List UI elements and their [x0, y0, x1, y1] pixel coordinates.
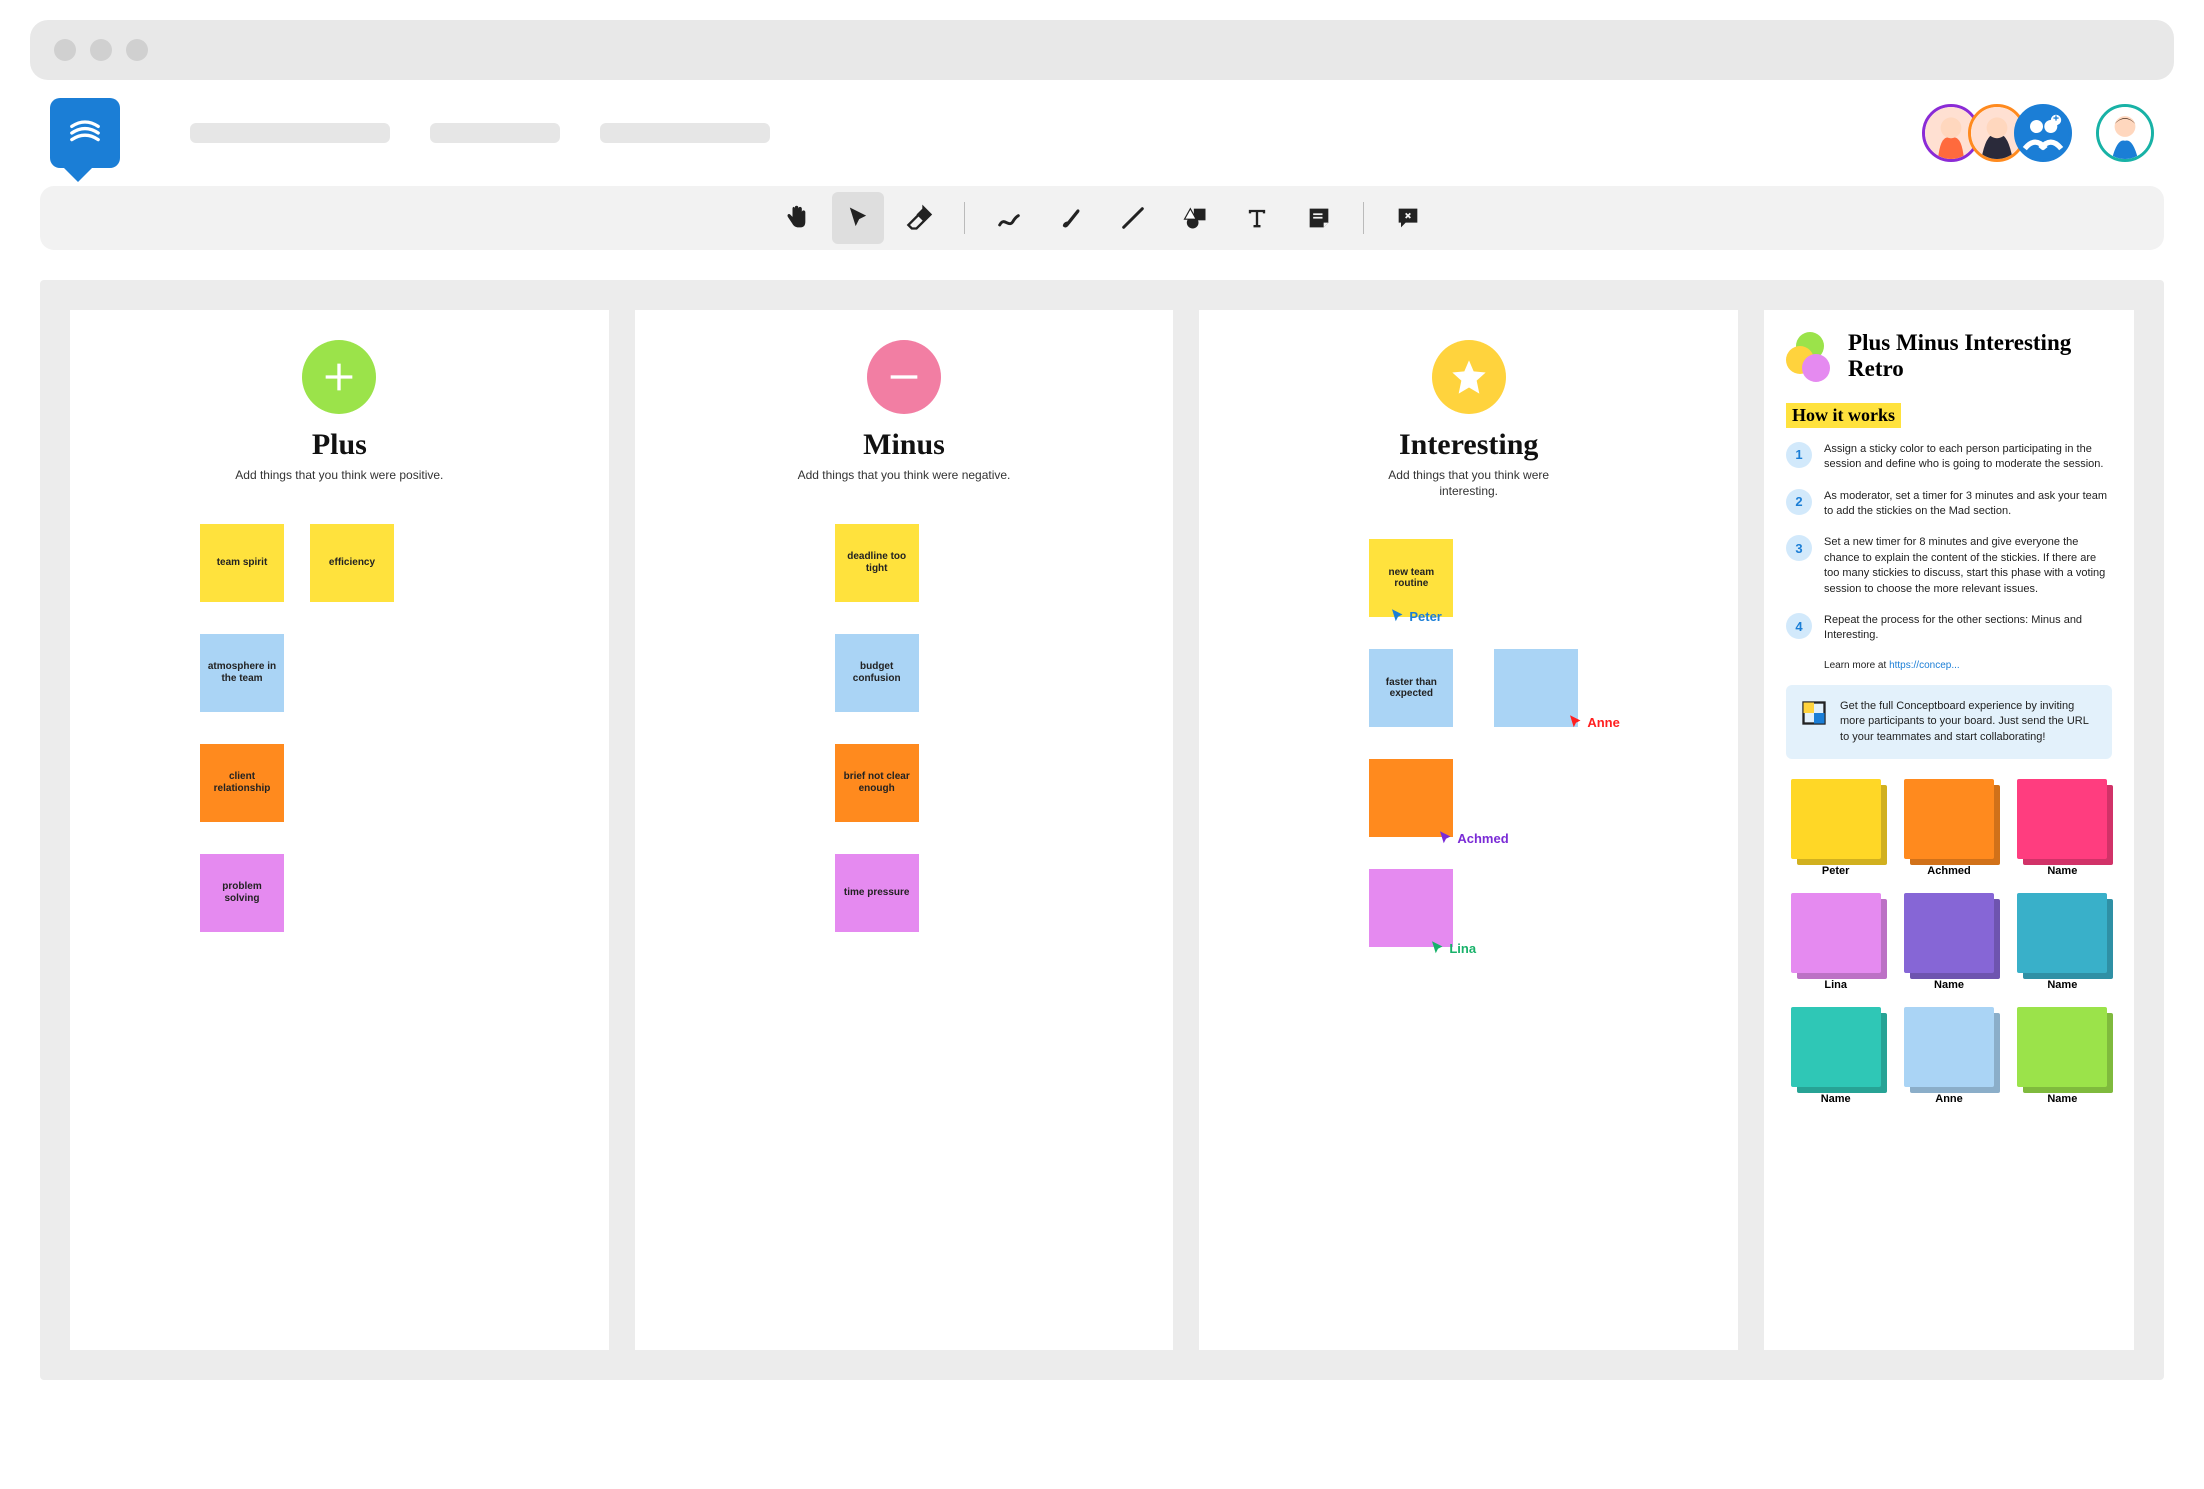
sticky-note[interactable]: deadline too tight — [835, 524, 919, 602]
tool-brush[interactable] — [1045, 192, 1097, 244]
instruction-step: 3 Set a new timer for 8 minutes and give … — [1786, 535, 2112, 597]
column-subtitle: Add things that you think were positive. — [229, 468, 449, 484]
swatch-label: Name — [1899, 979, 1998, 991]
color-swatch-grid: Peter Achmed Name Lina Name Name Name Anne Name — [1786, 779, 2112, 1105]
promo-text: Get the full Conceptboard experience by … — [1840, 699, 2098, 745]
sticky-note[interactable]: efficiency — [310, 524, 394, 602]
sticky-note[interactable]: time pressure — [835, 854, 919, 932]
sticky-note[interactable]: problem solving — [200, 854, 284, 932]
tool-text[interactable] — [1231, 192, 1283, 244]
color-swatch[interactable]: Name — [1899, 893, 1998, 991]
share-button[interactable] — [2014, 104, 2072, 162]
window-control-dot — [54, 39, 76, 61]
sticky-note[interactable] — [1369, 869, 1453, 947]
skeleton-bar — [600, 123, 770, 143]
notes-area-minus[interactable]: deadline too tight budget confusion brief … — [655, 524, 1154, 1224]
header-avatars — [1934, 104, 2154, 162]
sticky-note[interactable]: faster than expected — [1369, 649, 1453, 727]
tool-sticky-note[interactable] — [1293, 192, 1345, 244]
board-canvas[interactable]: Plus Add things that you think were posi… — [40, 280, 2164, 1380]
color-swatch[interactable]: Name — [1786, 1007, 1885, 1105]
header-breadcrumb-placeholder — [190, 123, 770, 143]
step-number: 4 — [1786, 613, 1812, 639]
sticky-note[interactable]: new team routine — [1369, 539, 1453, 617]
sticky-note[interactable]: team spirit — [200, 524, 284, 602]
star-icon — [1432, 340, 1506, 414]
learn-more-text: Learn more at https://concep... — [1824, 660, 2112, 671]
step-number: 3 — [1786, 535, 1812, 561]
swatch-label: Name — [1786, 1093, 1885, 1105]
panel-title: Plus Minus Interesting Retro — [1848, 330, 2112, 383]
logo-swirl-icon — [63, 111, 107, 155]
step-text: Assign a sticky color to each person par… — [1824, 442, 2112, 473]
instruction-step: 1 Assign a sticky color to each person pa… — [1786, 442, 2112, 473]
instruction-step: 4 Repeat the process for the other sectio… — [1786, 613, 2112, 644]
how-it-works-heading: How it works — [1786, 403, 1901, 428]
skeleton-bar — [430, 123, 560, 143]
swatch-label: Name — [2013, 979, 2112, 991]
swatch-label: Anne — [1899, 1093, 1998, 1105]
column-title: Interesting — [1219, 428, 1718, 462]
own-avatar[interactable] — [2096, 104, 2154, 162]
window-control-dot — [126, 39, 148, 61]
sticky-note[interactable] — [1369, 759, 1453, 837]
learn-more-link[interactable]: https://concep... — [1889, 660, 1960, 671]
column-interesting: Interesting Add things that you think we… — [1199, 310, 1738, 1350]
sticky-note[interactable]: client relationship — [200, 744, 284, 822]
toolbar — [40, 186, 2164, 250]
toolbar-divider — [1363, 202, 1364, 234]
tool-hand[interactable] — [770, 192, 822, 244]
color-swatch[interactable]: Anne — [1899, 1007, 1998, 1105]
toolbar-divider — [964, 202, 965, 234]
window-control-dot — [90, 39, 112, 61]
sticky-note[interactable]: brief not clear enough — [835, 744, 919, 822]
retro-logo-icon — [1786, 332, 1834, 380]
conceptboard-logo-icon — [1800, 699, 1828, 727]
column-minus: Minus Add things that you think were neg… — [635, 310, 1174, 1350]
notes-area-plus[interactable]: team spirit efficiency atmosphere in the t… — [90, 524, 589, 1224]
step-text: As moderator, set a timer for 3 minutes … — [1824, 489, 2112, 520]
sticky-note[interactable]: atmosphere in the team — [200, 634, 284, 712]
tool-eraser[interactable] — [894, 192, 946, 244]
app-logo[interactable] — [50, 98, 120, 168]
column-title: Minus — [655, 428, 1154, 462]
instruction-step: 2 As moderator, set a timer for 3 minutes… — [1786, 489, 2112, 520]
sticky-note[interactable]: budget confusion — [835, 634, 919, 712]
minus-icon — [867, 340, 941, 414]
info-panel: Plus Minus Interesting Retro How it work… — [1764, 310, 2134, 1350]
color-swatch[interactable]: Name — [2013, 893, 2112, 991]
column-title: Plus — [90, 428, 589, 462]
color-swatch[interactable]: Name — [2013, 1007, 2112, 1105]
tool-comment[interactable] — [1382, 192, 1434, 244]
browser-chrome — [30, 20, 2174, 80]
color-swatch[interactable]: Peter — [1786, 779, 1885, 877]
notes-area-interesting[interactable]: new team routinefaster than expectedPete… — [1219, 539, 1718, 1239]
swatch-label: Name — [2013, 1093, 2112, 1105]
column-subtitle: Add things that you think were negative. — [794, 468, 1014, 484]
swatch-label: Peter — [1786, 865, 1885, 877]
step-number: 1 — [1786, 442, 1812, 468]
column-plus: Plus Add things that you think were posi… — [70, 310, 609, 1350]
color-swatch[interactable]: Lina — [1786, 893, 1885, 991]
sticky-note[interactable] — [1494, 649, 1578, 727]
swatch-label: Name — [2013, 865, 2112, 877]
plus-icon — [302, 340, 376, 414]
tool-shape[interactable] — [1169, 192, 1221, 244]
column-subtitle: Add things that you think were interesti… — [1359, 468, 1579, 499]
tool-pen[interactable] — [983, 192, 1035, 244]
step-text: Repeat the process for the other section… — [1824, 613, 2112, 644]
tool-select[interactable] — [832, 192, 884, 244]
step-number: 2 — [1786, 489, 1812, 515]
app-header — [0, 80, 2204, 186]
promo-box: Get the full Conceptboard experience by … — [1786, 685, 2112, 759]
color-swatch[interactable]: Name — [2013, 779, 2112, 877]
skeleton-bar — [190, 123, 390, 143]
swatch-label: Lina — [1786, 979, 1885, 991]
step-text: Set a new timer for 8 minutes and give e… — [1824, 535, 2112, 597]
swatch-label: Achmed — [1899, 865, 1998, 877]
color-swatch[interactable]: Achmed — [1899, 779, 1998, 877]
tool-line[interactable] — [1107, 192, 1159, 244]
